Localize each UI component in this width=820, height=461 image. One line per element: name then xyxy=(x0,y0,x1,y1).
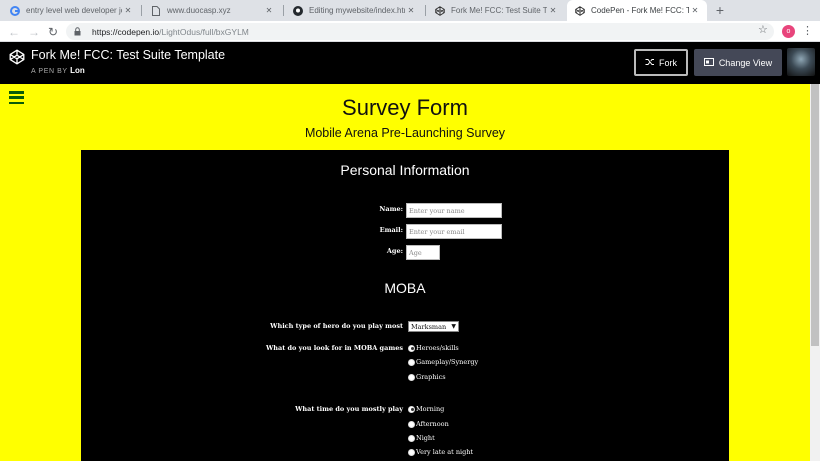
name-input[interactable]: Enter your name xyxy=(406,203,502,218)
radio-button[interactable] xyxy=(408,373,415,381)
name-label: Name: xyxy=(379,205,403,213)
tab-title: CodePen - Fork Me! FCC: Test S xyxy=(591,6,689,15)
tab-title: Editing mywebsite/index.html at xyxy=(309,6,405,15)
page-icon xyxy=(151,5,161,16)
browser-tab-github[interactable]: Editing mywebsite/index.html at ✕ xyxy=(285,0,423,21)
browser-menu-icon[interactable]: ⋮ xyxy=(802,24,813,37)
close-icon[interactable]: ✕ xyxy=(547,6,559,15)
age-label: Age: xyxy=(386,247,403,255)
lock-icon xyxy=(74,27,84,37)
tab-title: entry level web developer jobs - xyxy=(26,6,122,15)
layout-icon xyxy=(703,57,714,68)
look-for-label: What do you look for in MOBA games xyxy=(265,344,403,352)
scrollbar-thumb[interactable] xyxy=(811,84,819,346)
pen-title: Fork Me! FCC: Test Suite Template xyxy=(31,48,226,62)
browser-tab-codepen-active[interactable]: CodePen - Fork Me! FCC: Test S ✕ xyxy=(567,0,707,21)
pen-author-link[interactable]: Lon xyxy=(70,66,85,75)
close-icon[interactable]: ✕ xyxy=(405,6,417,15)
browser-tab-google[interactable]: entry level web developer jobs - ✕ xyxy=(2,0,140,21)
new-tab-button[interactable]: + xyxy=(712,2,728,18)
tab-divider xyxy=(141,5,142,16)
google-icon xyxy=(10,5,20,16)
browser-toolbar: ← → ↻ https://codepen.io/LightOdus/full/… xyxy=(0,21,820,42)
url-path: /LightOdus/full/bxGYLM xyxy=(159,26,249,37)
profile-avatar[interactable]: o xyxy=(782,25,795,38)
close-icon[interactable]: ✕ xyxy=(122,6,134,15)
github-icon xyxy=(293,5,303,16)
survey-title: Survey Form xyxy=(342,95,468,120)
look-option-label: Gameplay/Synergy xyxy=(416,358,479,366)
look-option[interactable]: Gameplay/Synergy xyxy=(408,358,478,366)
look-option-label: Graphics xyxy=(416,373,446,381)
personal-info-heading: Personal Information xyxy=(340,162,470,178)
browser-tab-strip: entry level web developer jobs - ✕ www.d… xyxy=(0,0,820,21)
pen-preview: Survey Form Mobile Arena Pre-Launching S… xyxy=(0,84,810,461)
tab-title: www.duocasp.xyz xyxy=(167,6,231,15)
look-option[interactable]: Heroes/skills xyxy=(408,344,459,352)
tab-divider xyxy=(283,5,284,16)
codepen-header: Fork Me! FCC: Test Suite Template A PEN … xyxy=(0,42,820,84)
radio-button[interactable] xyxy=(408,420,415,428)
forward-arrow-icon[interactable]: → xyxy=(26,24,42,40)
time-option[interactable]: Afternoon xyxy=(408,420,449,428)
user-avatar[interactable] xyxy=(787,48,815,76)
time-option-label: Morning xyxy=(416,405,445,413)
pen-byline: A PEN BY Lon xyxy=(31,66,85,75)
pen-byline-prefix: A PEN BY xyxy=(31,68,68,75)
time-option[interactable]: Morning xyxy=(408,405,444,413)
reload-icon[interactable]: ↻ xyxy=(45,24,61,40)
radio-button[interactable] xyxy=(408,344,415,352)
chevron-down-icon: ▼ xyxy=(451,323,456,330)
fork-button[interactable]: Fork xyxy=(634,49,688,76)
close-icon[interactable]: ✕ xyxy=(263,6,275,15)
radio-button[interactable] xyxy=(408,405,415,413)
email-label: Email: xyxy=(379,226,403,234)
time-option[interactable]: Very late at night xyxy=(408,448,473,456)
codepen-icon xyxy=(435,5,445,16)
hero-type-select[interactable]: Marksman ▼ xyxy=(408,321,459,332)
radio-button[interactable] xyxy=(408,358,415,366)
time-option-label: Very late at night xyxy=(416,448,474,456)
url-host: https://codepen.io xyxy=(92,26,160,37)
survey-form: Personal Information Name: Enter your na… xyxy=(81,150,729,461)
age-input[interactable]: Age xyxy=(406,245,440,260)
radio-button[interactable] xyxy=(408,434,415,442)
survey-description: Mobile Arena Pre-Launching Survey xyxy=(304,126,506,140)
hero-type-selected: Marksman xyxy=(411,322,447,331)
change-view-label: Change View xyxy=(718,57,773,68)
close-icon[interactable]: ✕ xyxy=(689,6,701,15)
codepen-logo-icon[interactable] xyxy=(9,49,25,65)
bookmark-star-icon[interactable]: ☆ xyxy=(758,23,768,36)
look-option-label: Heroes/skills xyxy=(416,344,459,352)
hero-type-label: Which type of hero do you play most xyxy=(270,322,403,330)
page-scrollbar[interactable] xyxy=(810,84,820,461)
fork-label: Fork xyxy=(659,57,677,68)
back-arrow-icon[interactable]: ← xyxy=(6,24,22,40)
time-option-label: Night xyxy=(416,434,435,442)
radio-button[interactable] xyxy=(408,448,415,456)
codepen-icon xyxy=(575,5,585,16)
tab-divider xyxy=(425,5,426,16)
browser-tab-duocasp[interactable]: www.duocasp.xyz ✕ xyxy=(143,0,281,21)
tab-title: Fork Me! FCC: Test Suite Temp xyxy=(451,6,547,15)
address-bar[interactable]: https://codepen.io/LightOdus/full/bxGYLM xyxy=(66,23,774,40)
look-option[interactable]: Graphics xyxy=(408,373,446,381)
fork-icon xyxy=(645,58,655,68)
change-view-button[interactable]: Change View xyxy=(694,49,782,76)
email-input[interactable]: Enter your email xyxy=(406,224,502,239)
moba-heading: MOBA xyxy=(384,280,426,296)
time-option-label: Afternoon xyxy=(416,420,449,428)
time-option[interactable]: Night xyxy=(408,434,435,442)
browser-tab-fork-me[interactable]: Fork Me! FCC: Test Suite Temp ✕ xyxy=(427,0,565,21)
play-time-label: What time do you mostly play xyxy=(295,405,403,413)
